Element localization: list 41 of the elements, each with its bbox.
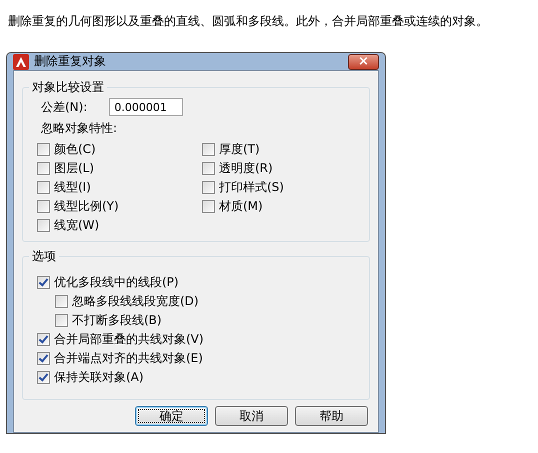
- checkbox-label: 透明度(R): [219, 160, 273, 177]
- checkbox[interactable]: [55, 295, 68, 308]
- checkbox[interactable]: [37, 219, 50, 232]
- checkbox-label: 图层(L): [54, 160, 94, 177]
- checkbox-label: 忽略多段线线段宽度(D): [72, 293, 199, 310]
- checkbox[interactable]: [202, 162, 215, 175]
- checkbox-label: 合并局部重叠的共线对象(V): [54, 331, 204, 348]
- checkbox-label: 打印样式(S): [219, 179, 284, 196]
- checkbox-label: 厚度(T): [219, 141, 260, 158]
- checkbox[interactable]: [202, 181, 215, 194]
- description-text: 删除重复的几何图形以及重叠的直线、圆弧和多段线。此外，合并局部重叠或连续的对象。: [8, 13, 489, 30]
- checkbox-label: 材质(M): [219, 198, 263, 215]
- checkbox-label: 保持关联对象(A): [54, 369, 144, 386]
- app-logo-icon: [13, 54, 29, 70]
- checkbox[interactable]: [37, 181, 50, 194]
- checkbox[interactable]: [37, 352, 50, 365]
- checkbox[interactable]: [37, 371, 50, 384]
- group-title: 对象比较设置: [31, 79, 105, 96]
- checkbox[interactable]: [202, 143, 215, 156]
- checkbox[interactable]: [37, 200, 50, 213]
- checkbox[interactable]: [37, 333, 50, 346]
- checkbox[interactable]: [37, 162, 50, 175]
- checkbox[interactable]: [202, 200, 215, 213]
- checkbox-label: 优化多段线中的线段(P): [54, 274, 179, 291]
- ignore-label: 忽略对象特性:: [40, 120, 118, 137]
- checkbox[interactable]: [55, 314, 68, 327]
- checkbox-label: 线型比例(Y): [54, 198, 119, 215]
- checkbox[interactable]: [37, 276, 50, 289]
- dialog-button[interactable]: 帮助: [295, 406, 368, 426]
- checkbox-label: 合并端点对齐的共线对象(E): [54, 350, 203, 367]
- checkbox[interactable]: [37, 143, 50, 156]
- tolerance-label: 公差(N):: [41, 98, 88, 116]
- group-title: 选项: [31, 248, 57, 265]
- checkbox-label: 不打断多段线(B): [72, 312, 162, 329]
- dialog-button[interactable]: 确定: [135, 406, 208, 426]
- window-title: 删除重复对象: [34, 53, 107, 70]
- tolerance-field[interactable]: 0.000001: [109, 98, 184, 116]
- dialog-button[interactable]: 取消: [215, 406, 288, 426]
- checkbox-label: 颜色(C): [54, 141, 96, 158]
- checkbox-label: 线型(I): [54, 179, 91, 196]
- checkbox-label: 线宽(W): [54, 217, 100, 234]
